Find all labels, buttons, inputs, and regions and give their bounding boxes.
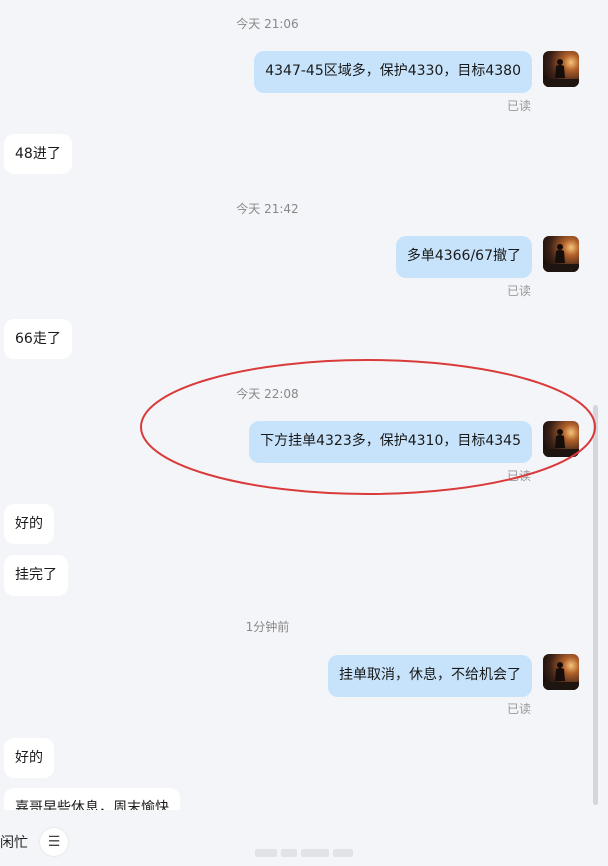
message-bubble-outgoing[interactable]: 下方挂单4323多，保护4310，目标4345	[249, 421, 532, 463]
avatar-image	[543, 236, 579, 272]
menu-icon: ☰	[47, 834, 61, 850]
blurred-hint	[255, 842, 365, 857]
message-bubble-incoming[interactable]: 48进了	[4, 134, 72, 174]
message-bubble-incoming[interactable]: 好的	[4, 738, 54, 778]
status-text[interactable]: 闲忙	[0, 832, 28, 852]
timestamp: 今天 21:42	[236, 202, 299, 216]
avatar-image	[543, 654, 579, 690]
read-status: 已读	[507, 469, 532, 483]
message-bubble-incoming[interactable]: 嘉哥早些休息，周末愉快	[4, 788, 180, 810]
chat-window: 今天 21:06 4347-45区域多，保护4330，目标4380 已读 48进…	[0, 0, 608, 810]
bottom-bar: 闲忙 ☰	[0, 812, 608, 866]
message-bubble-outgoing[interactable]: 挂单取消，休息，不给机会了	[328, 655, 532, 697]
avatar-image	[543, 51, 579, 87]
message-bubble-outgoing[interactable]: 4347-45区域多，保护4330，目标4380	[254, 51, 532, 93]
avatar[interactable]	[543, 654, 579, 690]
avatar[interactable]	[543, 421, 579, 457]
timestamp: 今天 21:06	[236, 17, 299, 31]
timestamp: 1分钟前	[245, 620, 290, 634]
message-bubble-incoming[interactable]: 好的	[4, 504, 54, 544]
read-status: 已读	[507, 702, 532, 716]
scrollbar[interactable]	[593, 405, 598, 805]
avatar-image	[543, 421, 579, 457]
timestamp: 今天 22:08	[236, 387, 299, 401]
read-status: 已读	[507, 99, 532, 113]
message-bubble-outgoing[interactable]: 多单4366/67撤了	[395, 236, 532, 278]
menu-button[interactable]: ☰	[40, 828, 68, 856]
read-status: 已读	[507, 284, 532, 298]
avatar[interactable]	[543, 51, 579, 87]
message-bubble-incoming[interactable]: 66走了	[4, 319, 72, 359]
avatar[interactable]	[543, 236, 579, 272]
message-bubble-incoming[interactable]: 挂完了	[4, 555, 68, 596]
